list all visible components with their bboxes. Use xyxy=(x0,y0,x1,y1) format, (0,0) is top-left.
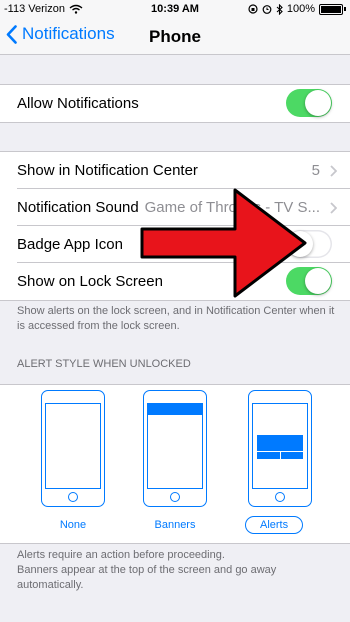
allow-notifications-group: Allow Notifications xyxy=(0,84,350,123)
allow-notifications-row: Allow Notifications xyxy=(0,85,350,122)
alert-style-banners-label[interactable]: Banners xyxy=(150,519,200,531)
chevron-left-icon xyxy=(6,24,17,44)
home-button-icon xyxy=(170,492,180,502)
show-on-lock-screen-row: Show on Lock Screen xyxy=(0,263,350,300)
battery-tip xyxy=(344,7,346,11)
notification-center-count: 5 xyxy=(311,162,320,179)
phone-screen xyxy=(252,403,308,489)
allow-notifications-label: Allow Notifications xyxy=(17,95,139,112)
rotation-lock-icon xyxy=(248,4,258,14)
phone-screen xyxy=(45,403,101,489)
battery-icon xyxy=(319,3,343,15)
toggle-knob xyxy=(305,90,331,116)
toggle-knob xyxy=(305,268,331,294)
back-button[interactable]: Notifications xyxy=(6,24,115,44)
alert-style-banners-option[interactable] xyxy=(143,390,207,507)
show-on-lock-screen-toggle[interactable] xyxy=(286,267,332,295)
alert-style-picker: None Banners Alerts xyxy=(0,384,350,544)
alerts-footnote: Alerts require an action before proceedi… xyxy=(17,548,337,593)
alert-style-none-option[interactable] xyxy=(41,390,105,507)
alert-style-none-label[interactable]: None xyxy=(56,519,90,531)
lock-screen-footnote: Show alerts on the lock screen, and in N… xyxy=(17,305,335,332)
alerts-footnote-line-1: Alerts require an action before proceedi… xyxy=(17,549,225,561)
home-button-icon xyxy=(275,492,285,502)
show-in-notification-center-row[interactable]: Show in Notification Center 5 xyxy=(0,152,350,189)
alert-style-alerts-label[interactable]: Alerts xyxy=(245,516,304,534)
status-bar: -113 Verizon 10:39 AM 100% xyxy=(0,0,350,18)
banner-preview xyxy=(148,404,202,415)
alert-style-header: ALERT STYLE WHEN UNLOCKED xyxy=(17,358,191,370)
home-button-icon xyxy=(68,492,78,502)
chevron-right-icon xyxy=(330,165,337,177)
allow-notifications-toggle[interactable] xyxy=(286,89,332,117)
phone-screen xyxy=(147,403,203,489)
badge-app-icon-row: Badge App Icon xyxy=(0,226,350,263)
alarm-icon xyxy=(262,5,272,14)
status-right: 100% xyxy=(248,3,346,15)
alert-style-alerts-option[interactable] xyxy=(248,390,312,507)
alerts-footnote-line-2: Banners appear at the top of the screen … xyxy=(17,564,277,591)
alert-preview xyxy=(257,435,303,459)
navigation-bar: Notifications Phone xyxy=(0,18,350,55)
notification-options-group: Show in Notification Center 5 Notificati… xyxy=(0,151,350,301)
alert-button-divider xyxy=(280,451,281,459)
chevron-right-icon xyxy=(330,202,337,214)
badge-app-icon-label: Badge App Icon xyxy=(17,236,123,253)
bluetooth-icon xyxy=(276,3,283,15)
notification-sound-label: Notification Sound xyxy=(17,199,139,216)
notification-sound-row[interactable]: Notification Sound Game of Thrones - TV … xyxy=(0,189,350,226)
show-on-lock-screen-label: Show on Lock Screen xyxy=(17,273,163,290)
back-button-label: Notifications xyxy=(22,24,115,43)
badge-app-icon-toggle[interactable] xyxy=(286,230,332,258)
battery-percent: 100% xyxy=(286,3,315,15)
toggle-knob xyxy=(287,231,313,257)
notification-sound-value: Game of Thrones - TV S... xyxy=(144,199,320,216)
show-in-notification-center-label: Show in Notification Center xyxy=(17,162,198,179)
